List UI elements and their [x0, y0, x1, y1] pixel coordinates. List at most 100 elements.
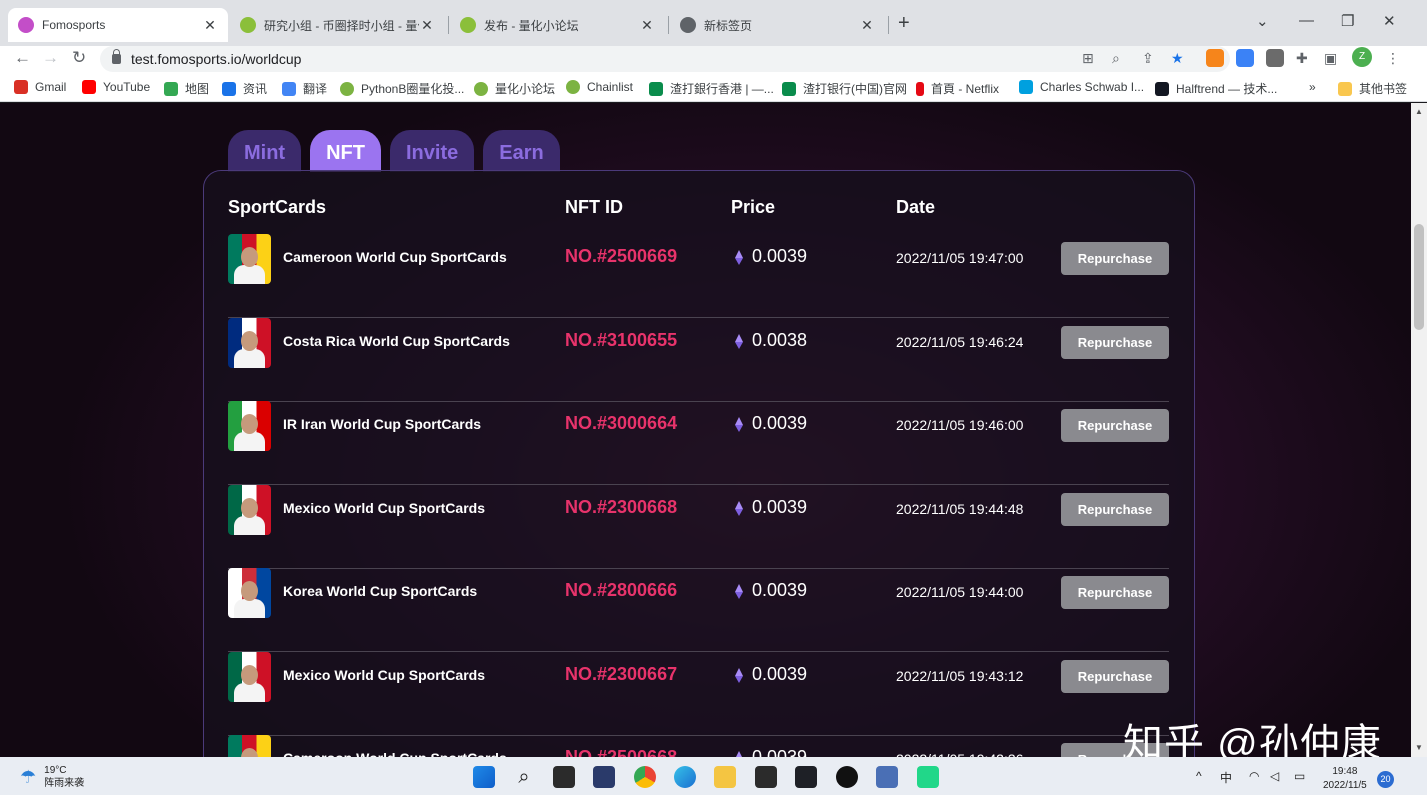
bookmark-youtube[interactable]: YouTube: [82, 80, 150, 94]
search-icon[interactable]: ⌕: [513, 766, 535, 788]
battery-icon[interactable]: ▭: [1294, 769, 1305, 783]
column-header-date: Date: [896, 197, 936, 217]
edge-icon[interactable]: [674, 766, 696, 788]
notification-badge[interactable]: 20: [1377, 771, 1394, 788]
chrome-icon[interactable]: [634, 766, 656, 788]
clock-date: 2022/11/5: [1323, 780, 1367, 791]
browser-tab-new-tab[interactable]: 新标签页 ✕: [670, 8, 885, 42]
tab-nft[interactable]: NFT: [310, 130, 381, 172]
wifi-icon[interactable]: ◠: [1249, 769, 1259, 783]
repurchase-button[interactable]: Repurchase: [1061, 325, 1169, 359]
browser-tab-strip: Fomosports ✕ 研究小组 - 币圈择时小组 - 量化小 ✕ 发布 - …: [0, 0, 1427, 46]
kebab-menu-icon[interactable]: ⋮: [1386, 50, 1400, 67]
browser-tab-fomosports[interactable]: Fomosports ✕: [8, 8, 228, 42]
price-value: 0.0039: [752, 413, 808, 433]
price-value: 0.0039: [752, 246, 808, 266]
purchase-date: 2022/11/05 19:46:00: [896, 417, 1024, 433]
player-shirt: [234, 515, 265, 535]
okx-icon[interactable]: [836, 766, 858, 788]
tab-invite[interactable]: Invite: [389, 130, 475, 172]
bookmark-schwab[interactable]: Charles Schwab I...: [1019, 80, 1144, 94]
back-arrow-icon[interactable]: ←: [14, 48, 31, 68]
tab-earn[interactable]: Earn: [483, 130, 560, 172]
profile-avatar[interactable]: Z: [1352, 47, 1372, 67]
pycharm-icon[interactable]: [917, 766, 939, 788]
price-value: 0.0038: [752, 329, 808, 350]
metamask-extension-icon[interactable]: [1206, 49, 1224, 67]
bookmark-chainlist[interactable]: Chainlist: [566, 80, 633, 94]
bookmark-gmail[interactable]: Gmail: [14, 80, 66, 94]
network-app-icon[interactable]: [876, 766, 898, 788]
bookmark-star-icon[interactable]: ★: [1171, 50, 1184, 67]
tab-mint[interactable]: Mint: [228, 130, 302, 172]
url-text[interactable]: test.fomosports.io/worldcup: [131, 51, 301, 67]
sticky-app-icon[interactable]: [755, 766, 777, 788]
purchase-date: 2022/11/05 19:47:00: [896, 250, 1024, 266]
repurchase-button[interactable]: Repurchase: [1061, 242, 1169, 275]
close-tab-icon[interactable]: ✕: [419, 17, 435, 34]
weather-widget[interactable]: ☂ 19°C 阵雨来袭: [20, 764, 84, 790]
repurchase-button[interactable]: Repurchase: [1061, 659, 1169, 693]
repurchase-button[interactable]: Repurchase: [1061, 409, 1169, 442]
maps-pin-icon: [164, 81, 178, 96]
new-tab-plus-icon[interactable]: +: [898, 12, 910, 35]
reload-icon[interactable]: ↻: [72, 48, 86, 68]
repurchase-button[interactable]: Repurchase: [1061, 492, 1169, 526]
tab-search-chevron-icon[interactable]: ⌄: [1256, 12, 1269, 30]
bookmark-translate[interactable]: 翻译: [282, 80, 327, 97]
window-close-icon[interactable]: ✕: [1383, 12, 1396, 30]
k-extension-icon[interactable]: [1236, 49, 1254, 67]
repurchase-button[interactable]: Repurchase: [1061, 576, 1169, 609]
windows-start-icon[interactable]: [473, 766, 495, 788]
lock-icon[interactable]: [112, 49, 121, 64]
share-icon[interactable]: ⇪: [1142, 50, 1154, 67]
extensions-puzzle-icon[interactable]: ✚: [1296, 50, 1308, 67]
price-value: 0.0039: [752, 663, 808, 684]
system-clock[interactable]: 19:48 2022/11/5: [1323, 765, 1367, 793]
browser-tab-publish[interactable]: 发布 - 量化小论坛 ✕: [450, 8, 665, 42]
bookmark-python-quant[interactable]: PythonB圈量化投...: [340, 80, 464, 97]
other-bookmarks[interactable]: 其他书签: [1338, 80, 1407, 97]
forward-arrow-icon[interactable]: →: [42, 48, 59, 68]
browser-tab-research-group[interactable]: 研究小组 - 币圈择时小组 - 量化小 ✕: [230, 8, 445, 42]
bookmark-label: Charles Schwab I...: [1040, 80, 1145, 94]
bookmark-netflix[interactable]: 首頁 - Netflix: [916, 80, 999, 97]
bookmark-halftrend[interactable]: Halftrend — 技术...: [1155, 80, 1277, 97]
bookmark-label: PythonB圈量化投...: [361, 82, 465, 96]
nft-id: NO.#2500668: [565, 747, 678, 757]
bookmark-maps[interactable]: 地图: [164, 80, 209, 97]
table-row: Cameroon World Cup SportCards NO.#2500668…: [228, 735, 1169, 757]
file-explorer-icon[interactable]: [714, 766, 736, 788]
scroll-up-arrow-icon[interactable]: ▲: [1415, 107, 1423, 116]
bookmark-label: Chainlist: [587, 80, 634, 94]
youtube-icon: [82, 80, 96, 94]
clock-time: 19:48: [1332, 766, 1358, 777]
page-scrollbar[interactable]: ▲ ▼: [1411, 103, 1427, 757]
bookmark-sc-cn[interactable]: 渣打银行(中国)官网: [782, 80, 907, 97]
bookmarks-overflow-chevron[interactable]: »: [1309, 80, 1316, 94]
bookmark-sc-hk[interactable]: 渣打銀行香港 | —...: [649, 80, 774, 97]
sportcard-name: IR Iran World Cup SportCards: [283, 416, 482, 432]
task-view-icon[interactable]: [553, 766, 575, 788]
ime-indicator[interactable]: 中: [1220, 769, 1232, 786]
close-tab-icon[interactable]: ✕: [859, 17, 875, 34]
translate-icon[interactable]: ⊞: [1082, 50, 1094, 67]
restore-icon[interactable]: ❐: [1341, 12, 1354, 30]
section-tabs: Mint NFT Invite Earn: [228, 130, 560, 172]
side-panel-icon[interactable]: ▣: [1324, 50, 1337, 67]
bookmark-news[interactable]: 资讯: [222, 80, 267, 97]
chrome-favicon-icon: [680, 17, 696, 33]
minimize-icon[interactable]: —: [1299, 12, 1314, 29]
cat-app-icon[interactable]: [593, 766, 615, 788]
address-bar[interactable]: test.fomosports.io/worldcup: [100, 46, 1230, 72]
binance-icon[interactable]: [795, 766, 817, 788]
bookmark-quant-forum[interactable]: 量化小论坛: [474, 80, 555, 97]
close-tab-icon[interactable]: ✕: [202, 17, 218, 34]
scroll-down-arrow-icon[interactable]: ▼: [1415, 743, 1423, 752]
close-tab-icon[interactable]: ✕: [639, 17, 655, 34]
tray-overflow-chevron-icon[interactable]: ^: [1196, 769, 1202, 783]
scrollbar-thumb[interactable]: [1414, 224, 1424, 330]
zoom-icon[interactable]: ⌕: [1112, 50, 1120, 67]
wallet-extension-icon[interactable]: [1266, 49, 1284, 67]
volume-icon[interactable]: ◁: [1270, 769, 1279, 783]
